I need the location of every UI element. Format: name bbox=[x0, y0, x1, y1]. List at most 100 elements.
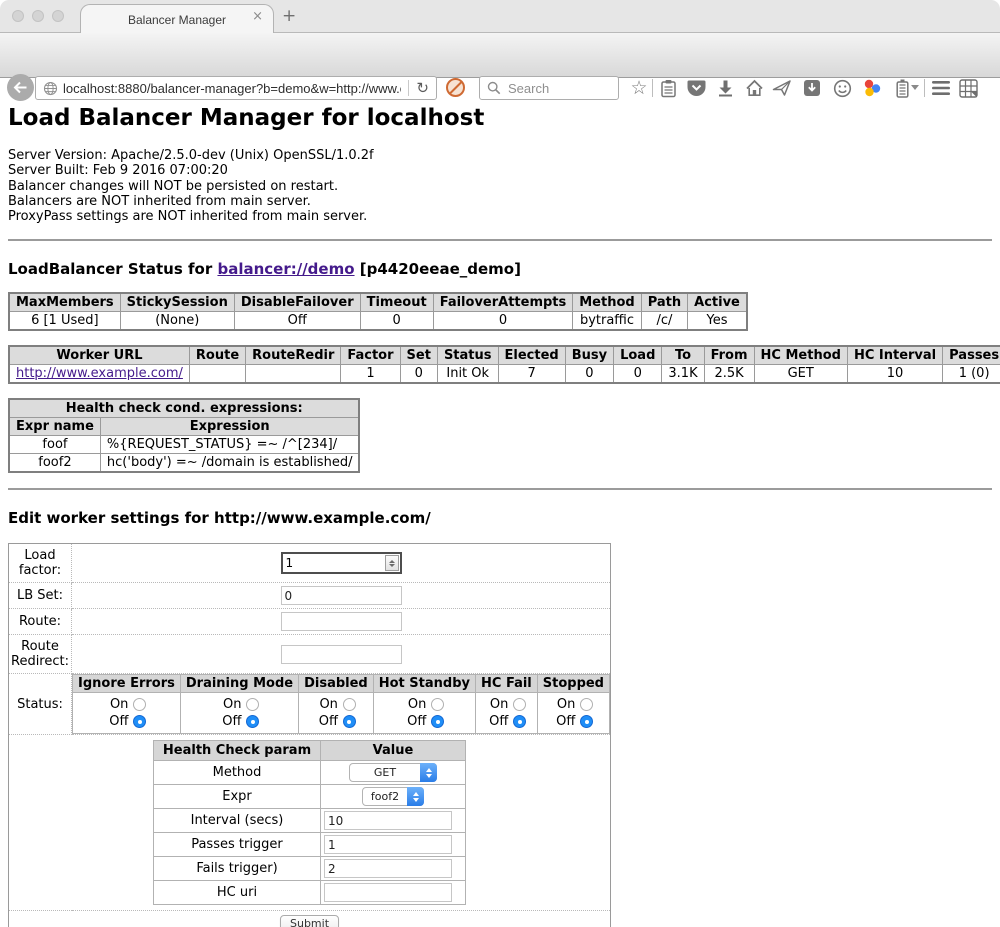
radio-on[interactable] bbox=[343, 698, 356, 711]
menu-hamburger-icon[interactable] bbox=[931, 78, 951, 98]
col-header: StickySession bbox=[120, 293, 234, 312]
radio-off[interactable] bbox=[580, 715, 593, 728]
battery-dropdown-caret-icon[interactable] bbox=[911, 85, 919, 90]
radio-off[interactable] bbox=[246, 715, 259, 728]
send-plane-icon[interactable] bbox=[772, 78, 792, 98]
form-row-status: Status: Ignore Errors Draining Mode Disa… bbox=[9, 674, 611, 735]
select-value: GET bbox=[350, 766, 420, 779]
cell: GET bbox=[754, 365, 847, 384]
health-check-expr-table: Health check cond. expressions: Expr nam… bbox=[8, 398, 360, 473]
radio-off[interactable] bbox=[431, 715, 444, 728]
colored-dots-icon[interactable] bbox=[862, 78, 882, 98]
interval-input[interactable] bbox=[324, 811, 452, 830]
pocket-icon[interactable] bbox=[686, 78, 706, 98]
clipboard-icon[interactable] bbox=[658, 78, 678, 98]
window-zoom-button[interactable] bbox=[52, 10, 64, 22]
route-redirect-input[interactable] bbox=[281, 645, 402, 664]
radio-on[interactable] bbox=[246, 698, 259, 711]
worker-url-link[interactable]: http://www.example.com/ bbox=[16, 366, 183, 381]
table-title-row: Health check cond. expressions: bbox=[9, 399, 359, 418]
toolbar-separator bbox=[924, 79, 925, 97]
hc-row-method: Method GET bbox=[154, 761, 466, 785]
toolbar-separator bbox=[652, 79, 653, 97]
downloads-icon[interactable] bbox=[715, 78, 735, 98]
expr-select[interactable]: foof2 bbox=[362, 787, 424, 806]
cell: Off bbox=[234, 312, 360, 331]
window-close-button[interactable] bbox=[12, 10, 24, 22]
status-header-row: Ignore Errors Draining Mode Disabled Hot… bbox=[73, 675, 610, 693]
radio-label: On bbox=[316, 696, 338, 713]
radio-off[interactable] bbox=[133, 715, 146, 728]
col-header: From bbox=[704, 346, 754, 365]
url-bar[interactable]: localhost:8880/balancer-manager?b=demo&w… bbox=[35, 76, 437, 100]
cell: bytraffic bbox=[573, 312, 641, 331]
status-radio-row: On Off On Off On Off bbox=[73, 693, 610, 734]
content-blocked-icon[interactable] bbox=[446, 78, 465, 97]
balancer-demo-link[interactable]: balancer://demo bbox=[217, 260, 354, 278]
bookmark-star-icon[interactable]: ☆ bbox=[629, 78, 649, 98]
col-header: Factor bbox=[341, 346, 400, 365]
col-header: To bbox=[662, 346, 704, 365]
load-factor-field[interactable] bbox=[281, 552, 402, 574]
col-header: Stopped bbox=[537, 675, 609, 693]
hc-row-fails: Fails trigger) bbox=[154, 857, 466, 881]
table-header-row: Worker URL Route RouteRedir Factor Set S… bbox=[9, 346, 1000, 365]
form-row-load-factor: Load factor: bbox=[9, 544, 611, 583]
hc-uri-input[interactable] bbox=[324, 883, 452, 902]
fails-input[interactable] bbox=[324, 859, 452, 878]
home-icon[interactable] bbox=[744, 78, 764, 98]
radio-on[interactable] bbox=[133, 698, 146, 711]
cell: 6 [1 Used] bbox=[9, 312, 120, 331]
radio-on[interactable] bbox=[580, 698, 593, 711]
hc-row-interval: Interval (secs) bbox=[154, 809, 466, 833]
save-to-pocket-icon[interactable] bbox=[802, 78, 822, 98]
number-stepper-icon[interactable] bbox=[385, 555, 399, 571]
form-row-health-check: Health Check param Value Method GET bbox=[9, 735, 611, 911]
grid-tiles-icon[interactable] bbox=[958, 78, 978, 98]
col-header: Health Check param bbox=[154, 741, 321, 761]
col-header: Value bbox=[321, 741, 466, 761]
info-line: Balancer changes will NOT be persisted o… bbox=[8, 179, 992, 194]
hc-row-hcuri: HC uri bbox=[154, 881, 466, 905]
cell bbox=[189, 365, 245, 384]
tab-close-icon[interactable]: × bbox=[252, 10, 263, 23]
back-button[interactable] bbox=[7, 74, 34, 101]
window-minimize-button[interactable] bbox=[32, 10, 44, 22]
col-header: MaxMembers bbox=[9, 293, 120, 312]
url-text[interactable]: localhost:8880/balancer-manager?b=demo&w… bbox=[63, 81, 401, 96]
load-factor-input[interactable] bbox=[283, 556, 385, 570]
table-row: 6 [1 Used] (None) Off 0 0 bytraffic /c/ … bbox=[9, 312, 747, 331]
field-label: Route Redirect: bbox=[9, 635, 72, 674]
submit-button[interactable]: Submit bbox=[280, 915, 339, 927]
form-row-route: Route: bbox=[9, 609, 611, 635]
tab-balancer-manager[interactable]: Balancer Manager × bbox=[80, 4, 274, 34]
form-row-submit: Submit bbox=[9, 911, 611, 927]
method-select[interactable]: GET bbox=[349, 763, 437, 782]
col-header: Set bbox=[400, 346, 437, 365]
search-input[interactable] bbox=[506, 80, 618, 97]
radio-off[interactable] bbox=[343, 715, 356, 728]
cell: foof bbox=[9, 436, 100, 454]
route-input[interactable] bbox=[281, 612, 402, 631]
radio-label: Off bbox=[553, 713, 575, 730]
field-label: Expr bbox=[154, 785, 321, 809]
tab-bar: Balancer Manager × + bbox=[0, 0, 1000, 33]
lb-set-input[interactable] bbox=[281, 586, 402, 605]
new-tab-button[interactable]: + bbox=[282, 8, 296, 25]
search-bar[interactable] bbox=[479, 76, 619, 100]
feedback-smiley-icon[interactable] bbox=[832, 78, 852, 98]
passes-input[interactable] bbox=[324, 835, 452, 854]
radio-off[interactable] bbox=[513, 715, 526, 728]
radio-on[interactable] bbox=[513, 698, 526, 711]
battery-icon[interactable] bbox=[892, 78, 912, 98]
cell: 0 bbox=[400, 365, 437, 384]
window-controls[interactable] bbox=[12, 10, 64, 22]
cell: 7 bbox=[498, 365, 565, 384]
radio-label: Off bbox=[219, 713, 241, 730]
radio-label: Off bbox=[486, 713, 508, 730]
radio-on[interactable] bbox=[431, 698, 444, 711]
cell: (None) bbox=[120, 312, 234, 331]
page-title: Load Balancer Manager for localhost bbox=[8, 105, 992, 131]
cell: http://www.example.com/ bbox=[9, 365, 189, 384]
reload-icon[interactable]: ↻ bbox=[416, 81, 429, 96]
